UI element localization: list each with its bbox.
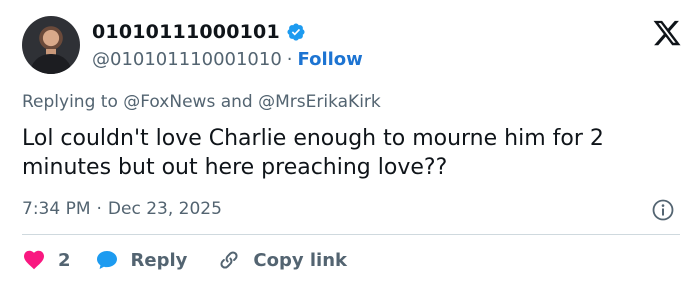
like-button[interactable]: 2 (22, 248, 71, 272)
verified-badge-icon (287, 23, 305, 41)
handle-separator: · (286, 49, 293, 70)
tweet-time: 7:34 PM (22, 199, 91, 219)
x-logo-icon[interactable] (652, 18, 682, 48)
mention-foxnews[interactable]: @FoxNews (123, 92, 215, 112)
link-icon (220, 251, 238, 269)
tweet-header: 01010111000101 @010101110001010 · Follow (22, 16, 682, 80)
copy-link-button[interactable]: Copy link (217, 248, 347, 272)
tweet-timestamp[interactable]: 7:34 PM · Dec 23, 2025 (22, 199, 222, 219)
copy-link-label: Copy link (253, 249, 347, 271)
action-bar: 2 Reply Copy link (22, 246, 347, 274)
replying-to: Replying to @FoxNews and @MrsErikaKirk (22, 92, 381, 112)
replying-to-prefix: Replying to (22, 92, 118, 112)
avatar[interactable] (22, 16, 80, 74)
avatar-shirt (30, 54, 72, 74)
replying-to-and: and (220, 92, 253, 112)
display-name[interactable]: 01010111000101 (92, 21, 280, 43)
reply-button[interactable]: Reply (95, 248, 188, 272)
info-icon[interactable] (651, 198, 675, 222)
mention-mrserikakirk[interactable]: @MrsErikaKirk (258, 92, 381, 112)
follow-button[interactable]: Follow (298, 49, 363, 70)
like-count: 2 (58, 249, 71, 271)
timestamp-separator: · (96, 199, 102, 219)
tweet-date: Dec 23, 2025 (107, 199, 222, 219)
name-row: 01010111000101 (92, 20, 306, 44)
reply-bubble-icon (96, 251, 117, 269)
reply-label: Reply (130, 249, 188, 271)
handle-row: @010101110001010 · Follow (92, 49, 363, 70)
divider (22, 234, 680, 235)
heart-icon (24, 250, 44, 270)
handle[interactable]: @010101110001010 (92, 49, 282, 70)
tweet-text: Lol couldn't love Charlie enough to mour… (22, 126, 604, 180)
